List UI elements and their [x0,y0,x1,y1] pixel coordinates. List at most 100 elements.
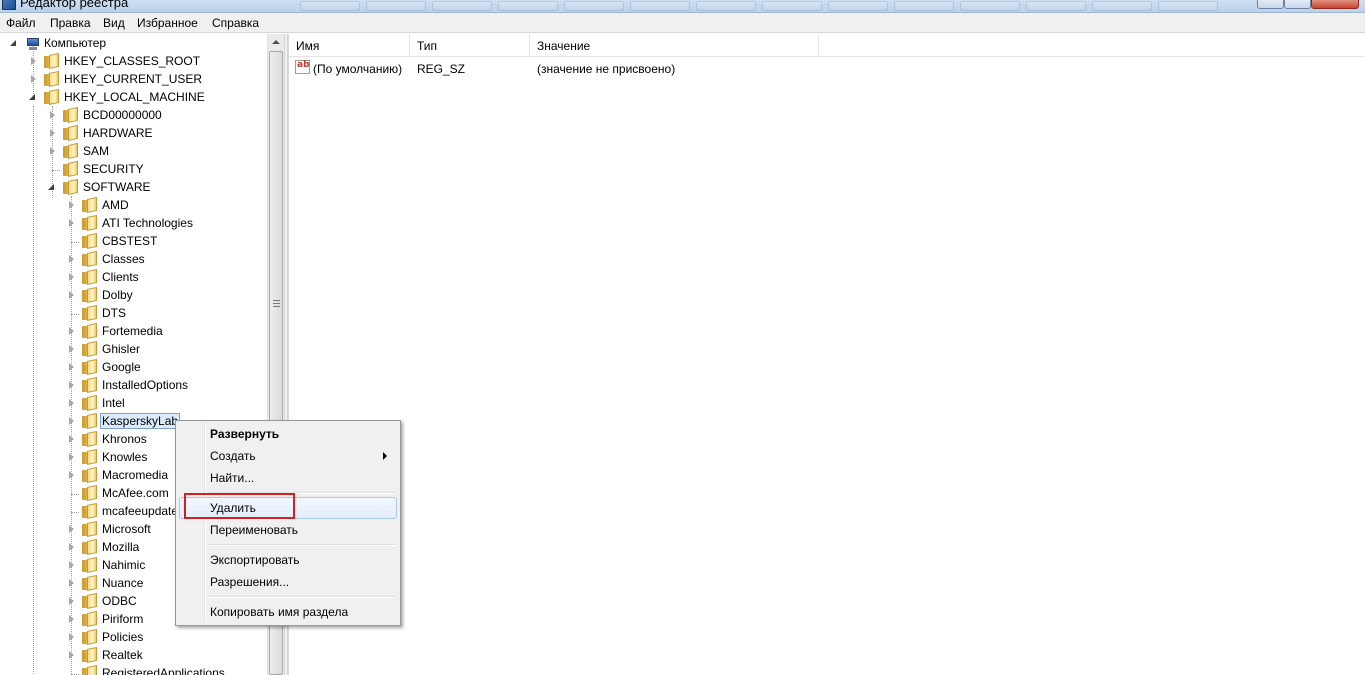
tree-node-cbstest[interactable]: CBSTEST [0,232,266,251]
folder-icon [82,592,98,609]
menu-item-permissions[interactable]: Разрешения... [179,571,397,593]
folder-icon [82,358,98,375]
folder-icon [82,394,98,411]
menu-item-find[interactable]: Найти... [179,467,397,489]
taskbar-item [1158,1,1218,11]
tree-node-policies[interactable]: Policies [0,628,266,647]
collapsed-arrow-icon[interactable] [68,273,76,282]
values-pane[interactable]: Имя Тип Значение ab (По умолчанию) REG_S… [288,34,1365,675]
collapsed-arrow-icon[interactable] [68,327,76,336]
collapsed-arrow-icon[interactable] [68,381,76,390]
minimize-button[interactable] [1257,0,1284,9]
collapsed-arrow-icon[interactable] [68,219,76,228]
tree-node-label: ODBC [102,594,137,608]
collapsed-arrow-icon[interactable] [68,201,76,210]
expanded-arrow-icon[interactable] [10,39,18,48]
collapsed-arrow-icon[interactable] [68,417,76,426]
tree-node-google[interactable]: Google [0,358,266,377]
tree-node-sam[interactable]: SAM [0,142,266,161]
collapsed-arrow-icon[interactable] [68,453,76,462]
collapsed-arrow-icon[interactable] [68,345,76,354]
collapsed-arrow-icon[interactable] [49,111,57,120]
tree-node-clients[interactable]: Clients [0,268,266,287]
collapsed-arrow-icon[interactable] [68,435,76,444]
regedit-app-icon [2,0,16,10]
collapsed-arrow-icon[interactable] [68,633,76,642]
maximize-button[interactable] [1284,0,1311,9]
tree-node-ati-technologies[interactable]: ATI Technologies [0,214,266,233]
tree-root-computer[interactable]: Компьютер [0,35,266,53]
tree-node-intel[interactable]: Intel [0,394,266,413]
expanded-arrow-icon[interactable] [29,93,37,102]
tree-node-amd[interactable]: AMD [0,196,266,215]
tree-node-dts[interactable]: DTS [0,304,266,323]
expanded-arrow-icon[interactable] [48,183,56,192]
menu-help[interactable]: Справка [212,16,259,30]
collapsed-arrow-icon[interactable] [68,525,76,534]
tree-node-label: Fortemedia [102,324,163,338]
menu-favorites[interactable]: Избранное [137,16,198,30]
column-header-data[interactable]: Значение [530,34,819,57]
tree-node-installedoptions[interactable]: InstalledOptions [0,376,266,395]
collapsed-arrow-icon[interactable] [68,471,76,480]
tree-node-hardware[interactable]: HARDWARE [0,124,266,143]
delete-highlight-annotation [184,493,295,519]
tree-node-realtek[interactable]: Realtek [0,646,266,665]
folder-icon [44,70,60,87]
collapsed-arrow-icon[interactable] [68,597,76,606]
menu-item-expand[interactable]: Развернуть [179,423,397,445]
value-row[interactable]: ab (По умолчанию) REG_SZ (значение не пр… [289,59,1365,77]
taskbar-item [696,1,756,11]
collapsed-arrow-icon[interactable] [30,57,38,66]
collapsed-arrow-icon[interactable] [68,561,76,570]
value-data: (значение не присвоено) [537,62,676,76]
menu-file[interactable]: Файл [6,16,36,30]
menu-item-rename[interactable]: Переименовать [179,519,397,541]
tree-node-label: Nahimic [102,558,146,572]
folder-icon [44,52,60,69]
tree-node-hkey-local-machine[interactable]: HKEY_LOCAL_MACHINE [0,88,266,107]
collapsed-arrow-icon[interactable] [68,543,76,552]
folder-icon [82,448,98,465]
menu-edit[interactable]: Правка [50,16,91,30]
tree-node-bcd00000000[interactable]: BCD00000000 [0,106,266,125]
collapsed-arrow-icon[interactable] [30,75,38,84]
tree-node-software[interactable]: SOFTWARE [0,178,266,197]
menu-item-new[interactable]: Создать [179,445,397,467]
tree-node-hkey-current-user[interactable]: HKEY_CURRENT_USER [0,70,266,89]
column-header-name[interactable]: Имя [289,34,410,57]
taskbar-item [564,1,624,11]
menu-bar: Файл Правка Вид Избранное Справка [0,13,1365,33]
tree-node-label: HKEY_LOCAL_MACHINE [64,90,205,104]
close-button[interactable] [1311,0,1359,9]
collapsed-arrow-icon[interactable] [68,291,76,300]
tree-node-fortemedia[interactable]: Fortemedia [0,322,266,341]
title-bar: Редактор реестра [0,0,1365,13]
tree-node-registeredapplications[interactable]: RegisteredApplications [0,664,266,675]
tree-node-dolby[interactable]: Dolby [0,286,266,305]
collapsed-arrow-icon[interactable] [68,651,76,660]
menu-item-copy-key-name[interactable]: Копировать имя раздела [179,601,397,623]
collapsed-arrow-icon[interactable] [68,579,76,588]
tree-node-security[interactable]: SECURITY [0,160,266,179]
collapsed-arrow-icon[interactable] [68,363,76,372]
column-header-type[interactable]: Тип [410,34,530,57]
tree-node-label: Nuance [102,576,144,590]
collapsed-arrow-icon[interactable] [49,147,57,156]
tree-node-label: SAM [83,144,110,158]
collapsed-arrow-icon[interactable] [49,129,57,138]
collapsed-arrow-icon[interactable] [68,615,76,624]
folder-icon [82,268,98,285]
tree-node-classes[interactable]: Classes [0,250,266,269]
menu-separator [208,544,396,546]
tree-node-hkey-classes-root[interactable]: HKEY_CLASSES_ROOT [0,52,266,71]
tree-node-label: ATI Technologies [102,216,193,230]
tree-node-ghisler[interactable]: Ghisler [0,340,266,359]
menu-item-export[interactable]: Экспортировать [179,549,397,571]
menu-view[interactable]: Вид [103,16,125,30]
scroll-up-arrow-icon[interactable] [268,34,284,51]
collapsed-arrow-icon[interactable] [68,399,76,408]
folder-icon [82,250,98,267]
collapsed-arrow-icon[interactable] [68,255,76,264]
tree-node-label: HKEY_CLASSES_ROOT [64,54,201,68]
